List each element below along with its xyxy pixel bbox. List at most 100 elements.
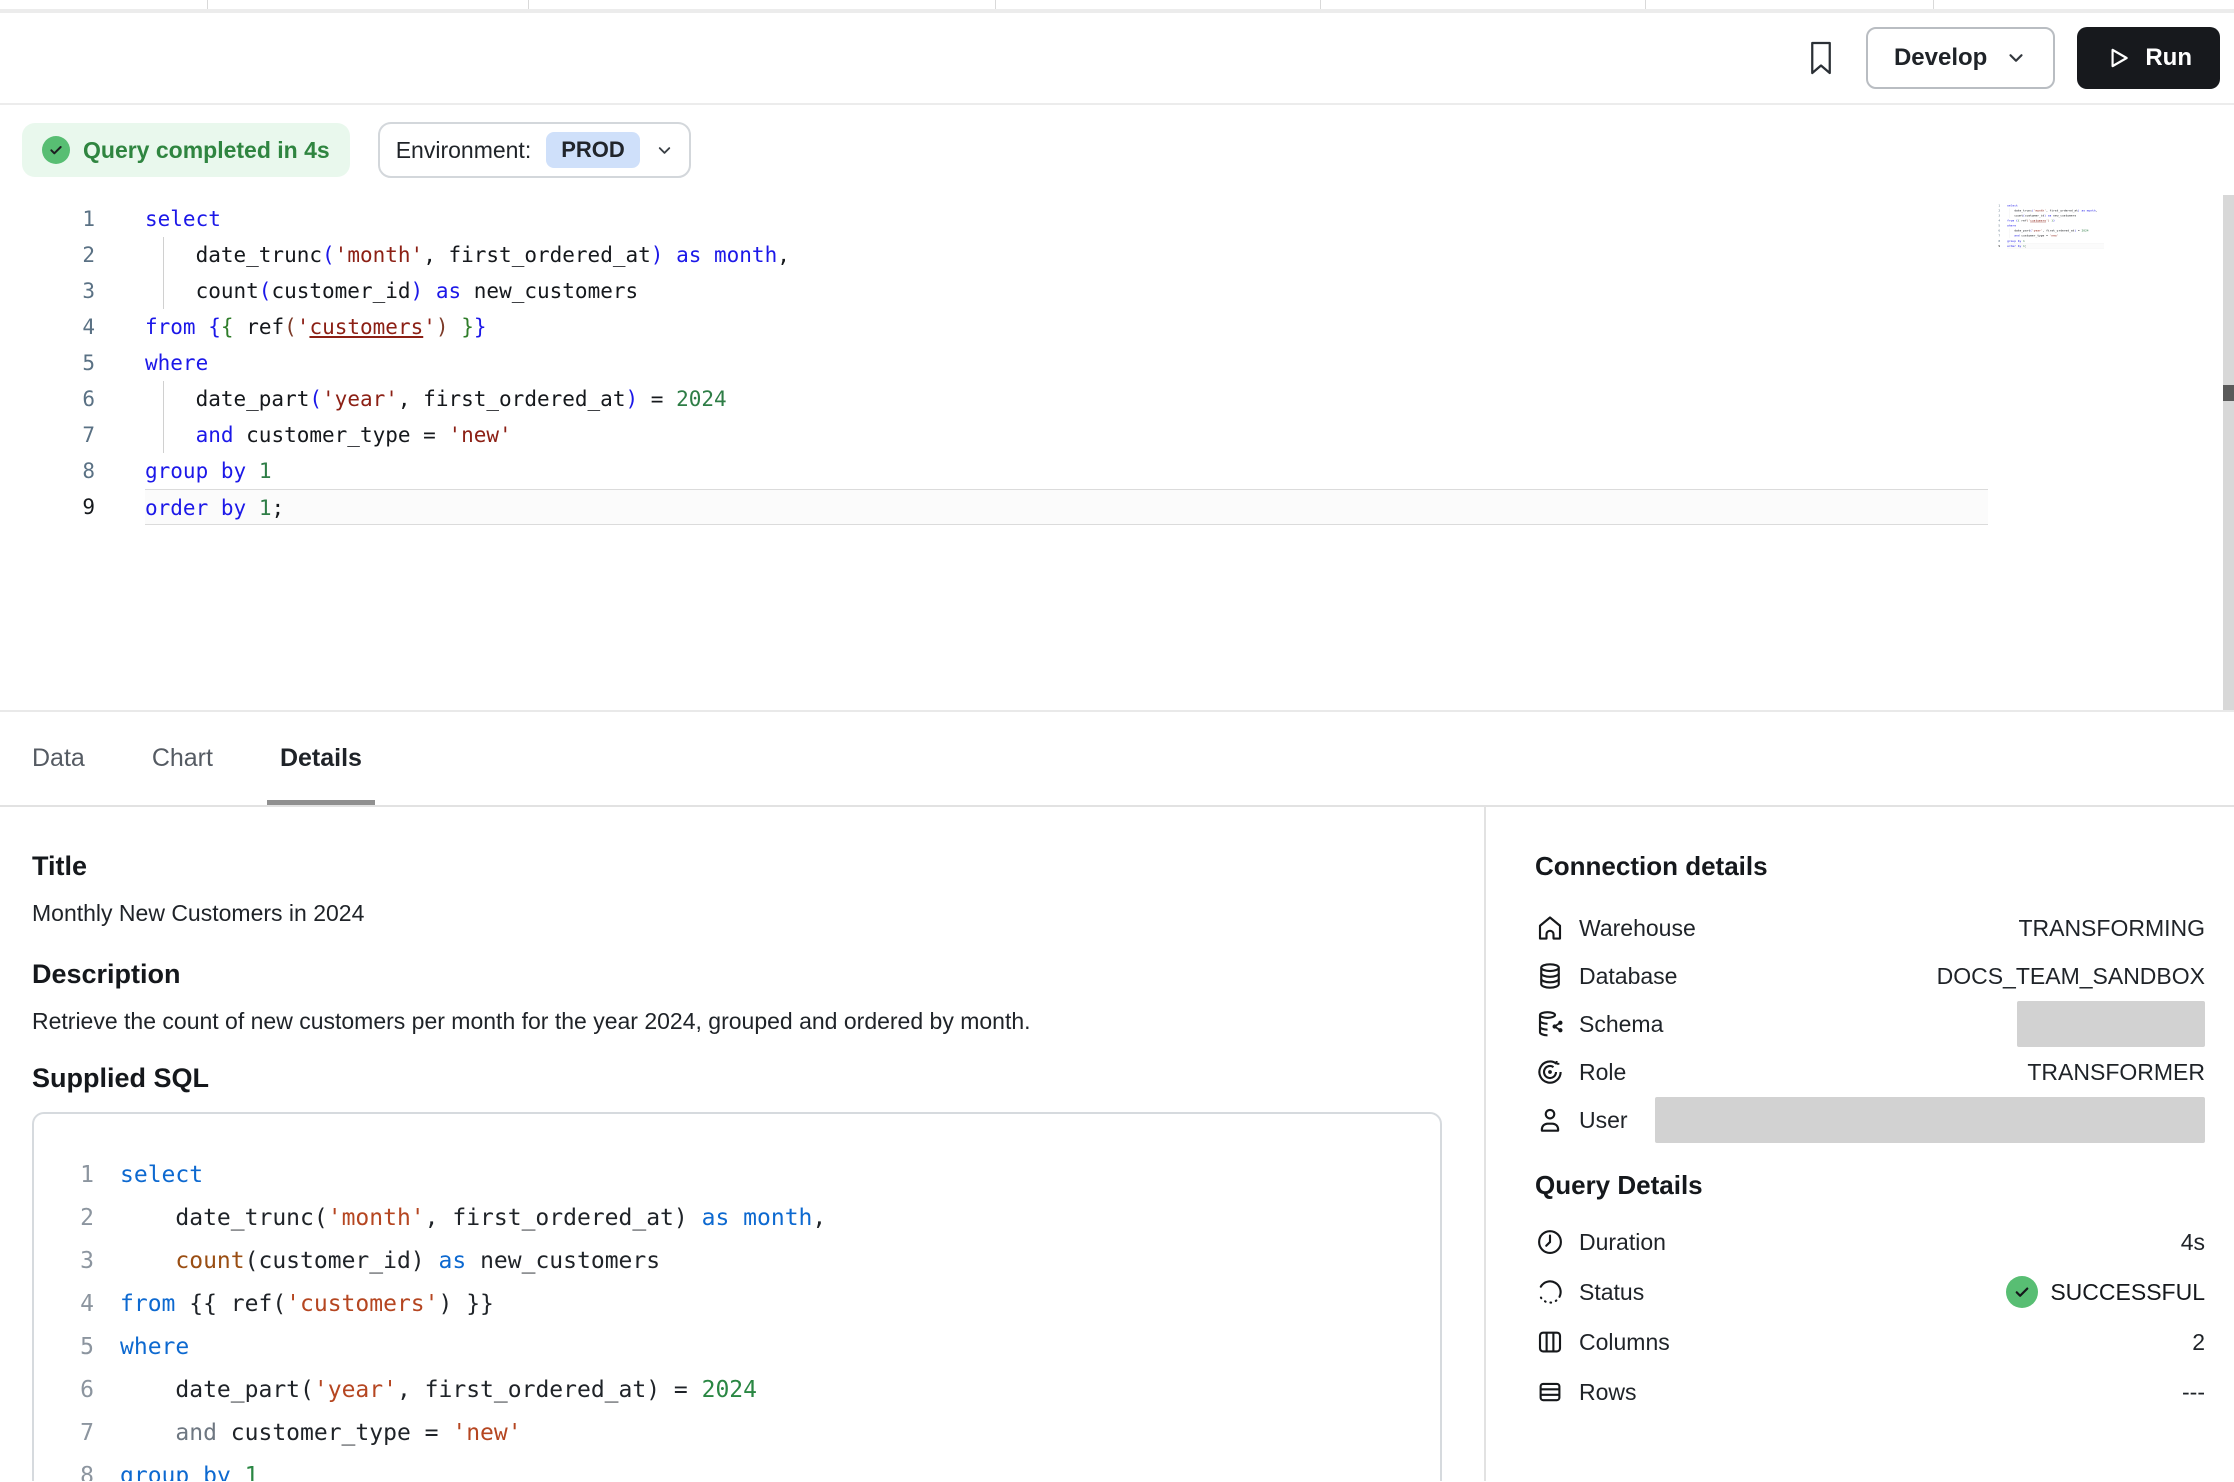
code-line-3: 3 count(customer_id) as new_customers [78, 1240, 1440, 1283]
warehouse-icon [1535, 913, 1565, 943]
database-label: Database [1579, 963, 1677, 990]
connection-details-heading: Connection details [1535, 851, 2205, 882]
line-number: 5 [37, 345, 95, 381]
clock-icon [1535, 1227, 1565, 1257]
rows-icon [1535, 1377, 1565, 1407]
line-number: 2 [37, 237, 95, 273]
database-value: DOCS_TEAM_SANDBOX [1937, 963, 2205, 990]
code-text: date_part('year', first_ordered_at) = 20… [145, 381, 1988, 417]
develop-button[interactable]: Develop [1866, 27, 2055, 89]
line-number: 1 [37, 201, 95, 237]
tab-chart-label: Chart [152, 744, 213, 773]
line-number: 9 [37, 489, 95, 525]
line-number: 4 [37, 309, 95, 345]
tab-divider [1645, 0, 1646, 9]
details-panel: Title Monthly New Customers in 2024 Desc… [0, 807, 2234, 1481]
columns-icon [1535, 1327, 1565, 1357]
environment-label: Environment: [396, 137, 532, 164]
row-status: Status SUCCESSFUL [1535, 1267, 2205, 1317]
header-toolbar: Develop Run [0, 13, 2234, 105]
code-text: group by 1 [120, 1455, 1440, 1481]
schema-value-redacted [2017, 1001, 2205, 1047]
row-rows: Rows --- [1535, 1367, 2205, 1417]
rows-value: --- [2182, 1379, 2205, 1406]
query-details-heading: Query Details [1535, 1170, 2205, 1201]
user-label: User [1579, 1107, 1628, 1134]
success-check-icon [2006, 1276, 2038, 1308]
details-main-column: Title Monthly New Customers in 2024 Desc… [0, 807, 1484, 1481]
code-line-6[interactable]: 6 date_part('year', first_ordered_at) = … [37, 381, 1988, 417]
indent-guide-line [163, 273, 164, 309]
bookmark-icon[interactable] [1806, 40, 1836, 76]
query-status-pill: Query completed in 4s [22, 123, 350, 177]
run-button[interactable]: Run [2077, 27, 2220, 89]
code-line-2: 2 date_trunc('month', first_ordered_at) … [78, 1197, 1440, 1240]
code-text: and customer_type = 'new' [145, 417, 1988, 453]
code-text: and customer_type = 'new' [120, 1412, 1440, 1455]
duration-label: Duration [1579, 1229, 1666, 1256]
environment-dropdown[interactable]: Environment: PROD [378, 122, 691, 178]
play-icon [2105, 45, 2131, 71]
code-line-5[interactable]: 5where [37, 345, 1988, 381]
indent-guide-line [163, 417, 164, 453]
row-user: User [1535, 1096, 2205, 1144]
code-line-8[interactable]: 8 group by 1 [37, 453, 1988, 489]
code-line-6: 6 date_part('year', first_ordered_at) = … [78, 1369, 1440, 1412]
code-line-4: 4 from {{ ref('customers') }} [78, 1283, 1440, 1326]
editor-scrollbar[interactable] [2223, 195, 2234, 710]
editor-minimap[interactable]: 1select2 date_trunc('month', first_order… [1992, 203, 2104, 259]
line-number: 6 [37, 381, 95, 417]
tab-divider [1320, 0, 1321, 9]
code-text: from {{ ref('customers') }} [120, 1283, 1440, 1326]
columns-value: 2 [2192, 1329, 2205, 1356]
duration-value: 4s [2181, 1229, 2205, 1256]
line-number: 1 [78, 1154, 94, 1197]
environment-badge: PROD [546, 132, 640, 168]
code-text: date_trunc('month', first_ordered_at) as… [120, 1197, 1440, 1240]
details-side-column: Connection details Warehouse TRANSFORMIN… [1484, 807, 2234, 1481]
status-row: Query completed in 4s Environment: PROD [0, 105, 2234, 195]
tab-data-label: Data [32, 744, 85, 773]
code-text: group by 1 [145, 453, 1988, 489]
user-icon [1535, 1105, 1565, 1135]
chevron-down-icon [2005, 47, 2027, 69]
code-text: count(customer_id) as new_customers [145, 273, 1988, 309]
supplied-sql-block: 1select2 date_trunc('month', first_order… [32, 1112, 1442, 1481]
line-number: 5 [78, 1326, 94, 1369]
code-line-1[interactable]: 1select [37, 201, 1988, 237]
supplied-sql-code: 1select2 date_trunc('month', first_order… [78, 1154, 1440, 1481]
code-line-7: 7 and customer_type = 'new' [78, 1412, 1440, 1455]
description-heading: Description [32, 959, 1444, 990]
line-number: 8 [78, 1455, 94, 1481]
tab-divider [995, 0, 996, 9]
line-number: 7 [78, 1412, 94, 1455]
sql-editor[interactable]: 1select2 date_trunc('month', first_order… [0, 195, 2234, 710]
minimap-code: 1select2 date_trunc('month', first_order… [1992, 203, 2104, 248]
code-text: from {{ ref('customers') }} [145, 309, 1988, 345]
code-line-4[interactable]: 4 from {{ ref('customers') }} [37, 309, 1988, 345]
chevron-down-icon [655, 141, 674, 160]
code-line-7[interactable]: 7 and customer_type = 'new' [37, 417, 1988, 453]
row-warehouse: Warehouse TRANSFORMING [1535, 904, 2205, 952]
check-circle-icon [42, 136, 70, 164]
code-text: order by 1; [145, 489, 1988, 525]
warehouse-label: Warehouse [1579, 915, 1696, 942]
code-line-2[interactable]: 2 date_trunc('month', first_ordered_at) … [37, 237, 1988, 273]
tab-chart[interactable]: Chart [152, 712, 213, 805]
row-database: Database DOCS_TEAM_SANDBOX [1535, 952, 2205, 1000]
tab-details[interactable]: Details [280, 712, 362, 805]
code-text: date_part('year', first_ordered_at) = 20… [120, 1369, 1440, 1412]
database-icon [1535, 961, 1565, 991]
editor-scrollbar-thumb[interactable] [2223, 385, 2234, 401]
status-value: SUCCESSFUL [2006, 1276, 2205, 1308]
code-line-8: 8 group by 1 [78, 1455, 1440, 1481]
code-line-5: 5where [78, 1326, 1440, 1369]
tab-data[interactable]: Data [32, 712, 85, 805]
line-number: 8 [37, 453, 95, 489]
line-number: 4 [78, 1283, 94, 1326]
status-label: Status [1579, 1279, 1644, 1306]
schema-icon [1535, 1009, 1565, 1039]
code-line-3[interactable]: 3 count(customer_id) as new_customers [37, 273, 1988, 309]
code-line-9[interactable]: 9 order by 1; [37, 489, 1988, 525]
code-text: count(customer_id) as new_customers [120, 1240, 1440, 1283]
